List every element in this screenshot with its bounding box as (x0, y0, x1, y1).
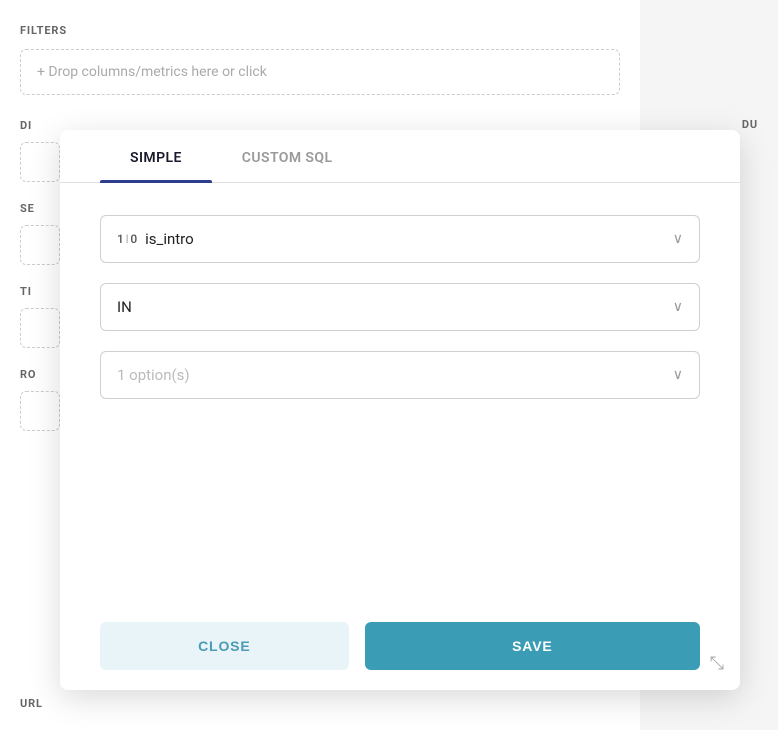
field-type-icon: 1|0 (117, 232, 137, 246)
tab-simple[interactable]: SIMPLE (100, 130, 212, 182)
dim-box (20, 142, 60, 182)
modal-tabs: SIMPLE CUSTOM SQL (60, 130, 740, 183)
url-label: URL (20, 697, 43, 710)
field-chevron-icon: ∨ (673, 231, 683, 247)
filters-section: FILTERS + Drop columns/metrics here or c… (20, 24, 620, 95)
field-value: 1|0 is_intro (117, 230, 194, 248)
ro-box (20, 391, 60, 431)
save-button[interactable]: SAVE (365, 622, 700, 670)
filter-modal: SIMPLE CUSTOM SQL 1|0 is_intro ∨ IN ∨ (60, 130, 740, 690)
operator-value: IN (117, 298, 132, 316)
drop-zone-text: + Drop columns/metrics here or click (37, 64, 267, 80)
operator-dropdown[interactable]: IN ∨ (100, 283, 700, 331)
filters-label: FILTERS (20, 24, 620, 37)
close-button[interactable]: CLOSE (100, 622, 349, 670)
expand-icon[interactable]: ⤡ (710, 653, 724, 674)
modal-footer: CLOSE SAVE (60, 602, 740, 690)
modal-body: 1|0 is_intro ∨ IN ∨ 1 option(s) ∨ (60, 183, 740, 602)
se-box (20, 225, 60, 265)
operator-chevron-icon: ∨ (673, 299, 683, 315)
du-label: DU (742, 118, 758, 131)
field-name: is_intro (145, 230, 194, 248)
value-chevron-icon: ∨ (673, 367, 683, 383)
tab-custom-sql[interactable]: CUSTOM SQL (212, 130, 363, 182)
drop-zone[interactable]: + Drop columns/metrics here or click (20, 49, 620, 95)
field-dropdown[interactable]: 1|0 is_intro ∨ (100, 215, 700, 263)
value-dropdown[interactable]: 1 option(s) ∨ (100, 351, 700, 399)
value-placeholder: 1 option(s) (117, 366, 190, 384)
ti-box (20, 308, 60, 348)
